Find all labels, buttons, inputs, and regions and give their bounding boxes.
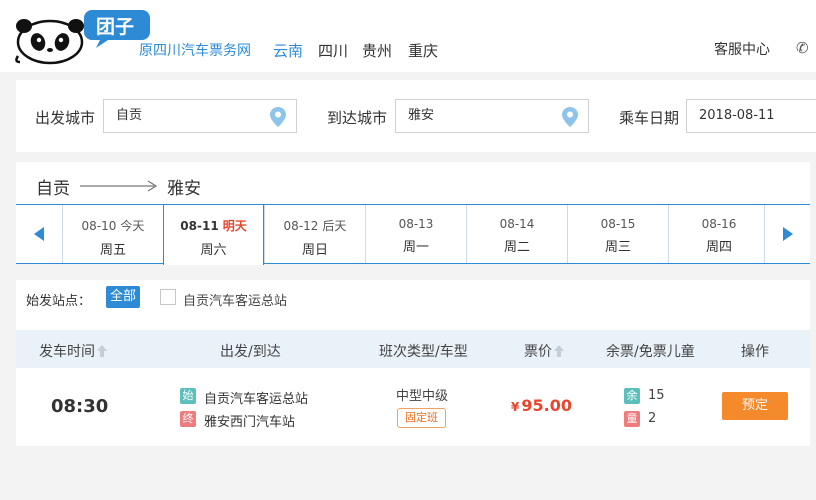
price-value: 95.00 (521, 396, 572, 415)
filter-all-button[interactable]: 全部 (106, 286, 140, 308)
ticket-price: ¥95.00 (511, 396, 572, 415)
province-sichuan[interactable]: 四川 (318, 40, 348, 61)
arrive-city-input[interactable]: 雅安 (395, 99, 589, 133)
location-pin-icon[interactable] (270, 107, 286, 127)
station-checkbox-label[interactable]: 自贡汽车客运总站 (183, 290, 287, 309)
date-tab-weekday: 周二 (503, 240, 530, 255)
date-tab[interactable]: 08-15 周三 (567, 205, 668, 263)
date-tab-day: 08-12 (283, 219, 319, 233)
header-depart-time[interactable]: 发车时间 (39, 341, 107, 361)
book-button[interactable]: 预定 (722, 392, 788, 420)
chevron-right-icon (782, 227, 793, 241)
date-tab[interactable]: 08-14 周二 (466, 205, 567, 263)
province-chongqing[interactable]: 重庆 (408, 40, 438, 61)
top-header: 团子 原四川汽车票务网 云南 四川 贵州 重庆 客服中心 ✆ (0, 0, 816, 72)
header-action: 操作 (741, 344, 769, 360)
end-station-tag: 终 (180, 411, 196, 427)
date-tab[interactable]: 08-10 今天 周五 (62, 205, 163, 263)
chevron-left-icon (34, 227, 44, 241)
start-station: 自贡汽车客运总站 (204, 392, 309, 407)
province-yunnan[interactable]: 云南 (273, 40, 303, 61)
date-tab-weekday: 周四 (705, 240, 732, 255)
header-stations: 出发/到达 (220, 344, 281, 360)
origin-station-label: 始发站点： (26, 294, 92, 309)
date-tab-weekday: 周日 (301, 243, 328, 258)
panda-logo-icon: 团子 (15, 10, 150, 65)
header-price[interactable]: 票价 (524, 341, 564, 361)
location-pin-icon[interactable] (562, 107, 578, 127)
station-filter: 始发站点： 全部 自贡汽车客运总站 (16, 280, 810, 316)
date-tab-weekday: 周五 (99, 243, 126, 258)
date-tab[interactable]: 08-12 后天 周日 (264, 205, 365, 263)
date-tab-day: 08-13 (398, 217, 434, 231)
date-tab[interactable]: 08-11 明天 周六 (163, 204, 264, 265)
table-row: 08:30 始 自贡汽车客运总站 终 雅安西门汽车站 中型中级 固定班 ¥95.… (16, 368, 810, 446)
date-tab-date: 08-15 (568, 217, 668, 231)
child-seats-tag: 童 (624, 411, 640, 427)
prev-dates-button[interactable] (16, 205, 62, 263)
date-tab-day: 08-14 (499, 217, 535, 231)
brand-name: 团子 (96, 16, 134, 38)
customer-service-link[interactable]: 客服中心 (714, 39, 770, 59)
date-tab[interactable]: 08-16 周四 (668, 205, 769, 263)
date-tab-weekday: 周一 (402, 240, 429, 255)
arrive-city-label: 到达城市 (327, 109, 388, 127)
next-dates-button[interactable] (764, 205, 810, 263)
sort-arrow-icon (97, 345, 107, 357)
date-tab-relative: 明天 (222, 219, 247, 233)
date-tab-weekday: 周三 (604, 240, 631, 255)
date-tab-day: 08-10 (81, 219, 117, 233)
table-header: 发车时间 出发/到达 班次类型/车型 票价 余票/免票儿童 操作 (16, 330, 810, 368)
header-bus-type: 班次类型/车型 (379, 344, 468, 360)
date-tab-weekday: 周六 (200, 243, 227, 258)
start-station-tag: 始 (180, 388, 196, 404)
schedule-table: 发车时间 出发/到达 班次类型/车型 票价 余票/免票儿童 操作 08:30 始… (16, 316, 810, 446)
currency-symbol: ¥ (511, 400, 520, 414)
date-selector: 08-10 今天 周五 08-11 明天 周六 08-12 后天 周日 08-13 周一 08-14 周… (16, 204, 810, 265)
travel-date-label: 乘车日期 (619, 109, 680, 127)
depart-time: 08:30 (51, 396, 109, 417)
schedule-type-badge: 固定班 (397, 408, 446, 428)
route-from: 自贡 (36, 179, 70, 199)
sort-arrow-icon (554, 345, 564, 357)
date-tab-date: 08-12 后天 (265, 217, 365, 234)
date-tab-relative: 今天 (120, 219, 145, 233)
station-checkbox[interactable] (160, 289, 176, 305)
date-tab-date: 08-10 今天 (63, 217, 163, 234)
route-to: 雅安 (167, 179, 201, 199)
province-guizhou[interactable]: 贵州 (362, 40, 392, 61)
remaining-seats-tag: 余 (624, 388, 640, 404)
date-tab-day: 08-11 (180, 219, 219, 233)
date-tab-relative: 后天 (322, 219, 347, 233)
depart-city-input[interactable]: 自贡 (103, 99, 297, 133)
depart-city-label: 出发城市 (35, 109, 96, 127)
date-tab-date: 08-16 (669, 217, 769, 231)
date-tab-date: 08-13 (366, 217, 466, 231)
date-tab-day: 08-16 (701, 217, 737, 231)
date-tab-date: 08-11 明天 (164, 217, 263, 234)
date-tab-day: 08-15 (600, 217, 636, 231)
phone-icon[interactable]: ✆ (796, 39, 809, 57)
header-seats: 余票/免票儿童 (606, 344, 695, 360)
arrow-right-icon (80, 180, 158, 192)
child-seats: 2 (648, 411, 657, 426)
end-station: 雅安西门汽车站 (204, 415, 296, 430)
date-tab-date: 08-14 (467, 217, 567, 231)
remaining-seats: 15 (648, 388, 665, 403)
brand-subtitle: 原四川汽车票务网 (139, 43, 251, 59)
travel-date-input[interactable]: 2018-08-11 (686, 99, 816, 133)
site-logo[interactable]: 团子 (14, 4, 154, 66)
date-tab[interactable]: 08-13 周一 (365, 205, 466, 263)
bus-type: 中型中级 (396, 389, 449, 404)
route-panel: 自贡 雅安 08-10 今天 周五 08-11 明天 周六 08-12 后天 周日 08-13 周一… (16, 162, 810, 265)
search-panel: 出发城市 自贡 到达城市 雅安 乘车日期 2018-08-11 (16, 80, 816, 152)
